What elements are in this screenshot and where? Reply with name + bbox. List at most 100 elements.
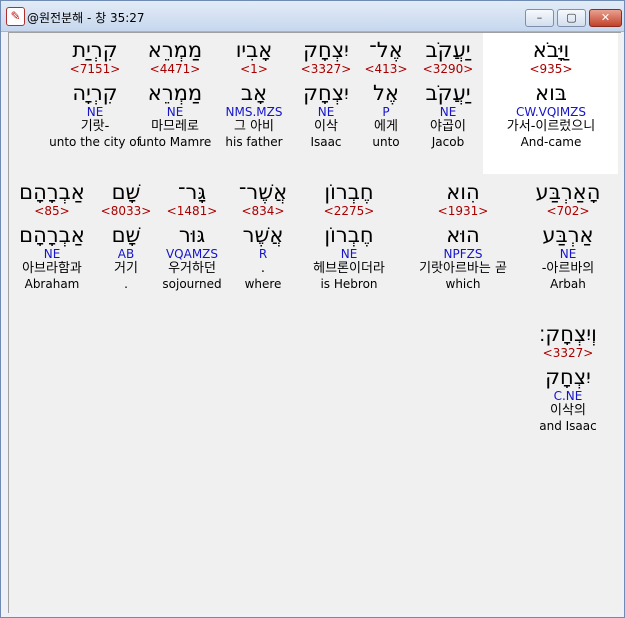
korean-gloss: -아르바의 <box>541 261 595 276</box>
strong-number[interactable]: <8033> <box>95 204 157 218</box>
hebrew-root: יִצְחָק <box>303 81 349 105</box>
hebrew-word: יִצְחָק <box>303 38 349 62</box>
strong-number[interactable]: <4471> <box>134 62 216 76</box>
hebrew-word: אַבְרָהָם <box>19 180 85 204</box>
grammar-code: NE <box>559 247 577 261</box>
word-column[interactable]: הָאַרְבַּע <702> אַרְבַּע NE -아르바의 Arbah <box>527 180 609 291</box>
hebrew-word: וְיִצְחָק׃ <box>539 322 597 346</box>
window-title: @원전분해 - 창 35:27 <box>27 11 145 25</box>
word-column[interactable]: הִוא <1931> הוּא NPFZS 기랏아르바는 곧 which <box>399 180 527 291</box>
word-column[interactable]: יִצְחָק <3327> יִצְחָק NE 이삭 Isaac <box>292 38 360 149</box>
korean-gloss: 야곱이 <box>430 119 466 134</box>
hebrew-word: גָּר־ <box>177 180 207 204</box>
english-gloss: which <box>445 277 481 291</box>
hebrew-word: אֶל־ <box>369 38 403 62</box>
strong-number[interactable]: <3327> <box>292 62 360 76</box>
hebrew-word: וַיָּבֹא <box>532 38 570 62</box>
hebrew-word: יַעֲקֹב <box>425 38 471 62</box>
english-gloss: unto <box>372 135 400 149</box>
word-column[interactable]: אֲשֶׁר־ <834> אֲשֶׁר R . where <box>227 180 299 291</box>
grammar-code: AB <box>117 247 135 261</box>
hebrew-root: חֶבְרוֹן <box>324 223 374 247</box>
grammar-code: NE <box>317 105 335 119</box>
word-column-selected[interactable]: וַיָּבֹא <935> בּוא CW.VQIMZS 가서-이르렀으니 A… <box>485 38 617 149</box>
parsing-panel: קִרְיַת <7151> קִרְיָה NE 기랏- unto the c… <box>8 32 621 613</box>
grammar-code: NE <box>43 247 61 261</box>
english-gloss: Arbah <box>550 277 586 291</box>
title-bar[interactable]: ✎ @원전분해 - 창 35:27 – ▢ ✕ <box>1 1 624 32</box>
english-gloss: Isaac <box>310 135 342 149</box>
hebrew-word: מַמְרֵא <box>147 38 203 62</box>
english-gloss: his father <box>225 135 283 149</box>
grammar-code: NE <box>340 247 358 261</box>
korean-gloss: 우거하던 <box>168 261 216 276</box>
hebrew-root: אֶל <box>373 81 399 105</box>
strong-number[interactable]: <3290> <box>412 62 484 76</box>
word-column[interactable]: אֶל־ <413> אֶל P 에게 unto <box>360 38 412 149</box>
korean-gloss: . <box>260 261 266 276</box>
korean-gloss: 이삭의 <box>550 403 586 418</box>
english-gloss: and Isaac <box>539 419 597 433</box>
app-window: ✎ @원전분해 - 창 35:27 – ▢ ✕ קִרְיַת <7151> ק… <box>0 0 625 618</box>
close-button[interactable]: ✕ <box>589 9 622 27</box>
strong-number[interactable]: <3327> <box>525 346 611 360</box>
hebrew-word: אָבִיו <box>235 38 273 62</box>
hebrew-root: אָב <box>240 81 268 105</box>
word-column[interactable]: אַבְרָהָם <85> אַבְרָהָם NE 아브라함과 Abraha… <box>9 180 95 291</box>
hebrew-word: שָׁם <box>111 180 141 204</box>
strong-number[interactable]: <85> <box>9 204 95 218</box>
word-column[interactable]: אָבִיו <1> אָב NMS.MZS 그 아비 his father <box>216 38 292 149</box>
word-column[interactable]: יַעֲקֹב <3290> יַעֲקֹב NE 야곱이 Jacob <box>412 38 484 149</box>
strong-number[interactable]: <1931> <box>399 204 527 218</box>
word-column[interactable]: שָׁם <8033> שָׁם AB 거기 . <box>95 180 157 291</box>
word-column[interactable]: גָּר־ <1481> גּוּר VQAMZS 우거하던 sojourned <box>157 180 227 291</box>
hebrew-word: אֲשֶׁר־ <box>238 180 288 204</box>
grammar-code: NE <box>439 105 457 119</box>
hebrew-root: אַבְרָהָם <box>19 223 85 247</box>
english-gloss: unto Mamre <box>138 135 212 149</box>
strong-number[interactable]: <1481> <box>157 204 227 218</box>
word-column[interactable]: חֶבְרוֹן <2275> חֶבְרוֹן NE 헤브론이더라 is He… <box>299 180 399 291</box>
grammar-code: VQAMZS <box>165 247 219 261</box>
strong-number[interactable]: <2275> <box>299 204 399 218</box>
grammar-code: P <box>382 105 390 119</box>
korean-gloss: 가서-이르렀으니 <box>506 119 596 134</box>
korean-gloss: 이삭 <box>314 119 338 134</box>
hebrew-root: מַמְרֵא <box>147 81 203 105</box>
minimize-button[interactable]: – <box>525 9 554 27</box>
hebrew-word: חֶבְרוֹן <box>324 180 374 204</box>
strong-number[interactable]: <702> <box>527 204 609 218</box>
grammar-code: NE <box>166 105 184 119</box>
korean-gloss: 기랏아르바는 곧 <box>419 261 507 276</box>
english-gloss: is Hebron <box>320 277 378 291</box>
korean-gloss: 에게 <box>374 119 398 134</box>
korean-gloss: 거기 <box>114 261 138 276</box>
word-column[interactable]: וְיִצְחָק׃ <3327> יִצְחָק C.NE 이삭의 and I… <box>525 322 611 433</box>
strong-number[interactable]: <935> <box>485 62 617 76</box>
hebrew-root: בּוא <box>535 81 567 105</box>
hebrew-root: שָׁם <box>111 223 141 247</box>
english-gloss: Abraham <box>24 277 80 291</box>
grammar-code: CW.VQIMZS <box>515 105 587 119</box>
english-gloss: Jacob <box>431 135 465 149</box>
strong-number[interactable]: <413> <box>360 62 412 76</box>
word-column[interactable]: מַמְרֵא <4471> מַמְרֵא NE 마므레로 unto Mamr… <box>134 38 216 149</box>
grammar-code: NMS.MZS <box>225 105 283 119</box>
app-logo-icon: ✎ <box>6 7 25 26</box>
english-gloss: . <box>124 277 128 291</box>
grammar-code: R <box>258 247 268 261</box>
hebrew-root: יַעֲקֹב <box>425 81 471 105</box>
english-gloss: where <box>244 277 282 291</box>
strong-number[interactable]: <834> <box>227 204 299 218</box>
hebrew-root: יִצְחָק <box>545 365 591 389</box>
hebrew-word: הָאַרְבַּע <box>535 180 601 204</box>
grammar-code: NPFZS <box>443 247 483 261</box>
grammar-code: C.NE <box>553 389 583 403</box>
maximize-button[interactable]: ▢ <box>557 9 586 27</box>
english-gloss: sojourned <box>162 277 222 291</box>
hebrew-root: הוּא <box>446 223 480 247</box>
strong-number[interactable]: <1> <box>216 62 292 76</box>
hebrew-root: אַרְבַּע <box>542 223 594 247</box>
hebrew-root: גּוּר <box>178 223 206 247</box>
hebrew-root: אֲשֶׁר <box>242 223 284 247</box>
